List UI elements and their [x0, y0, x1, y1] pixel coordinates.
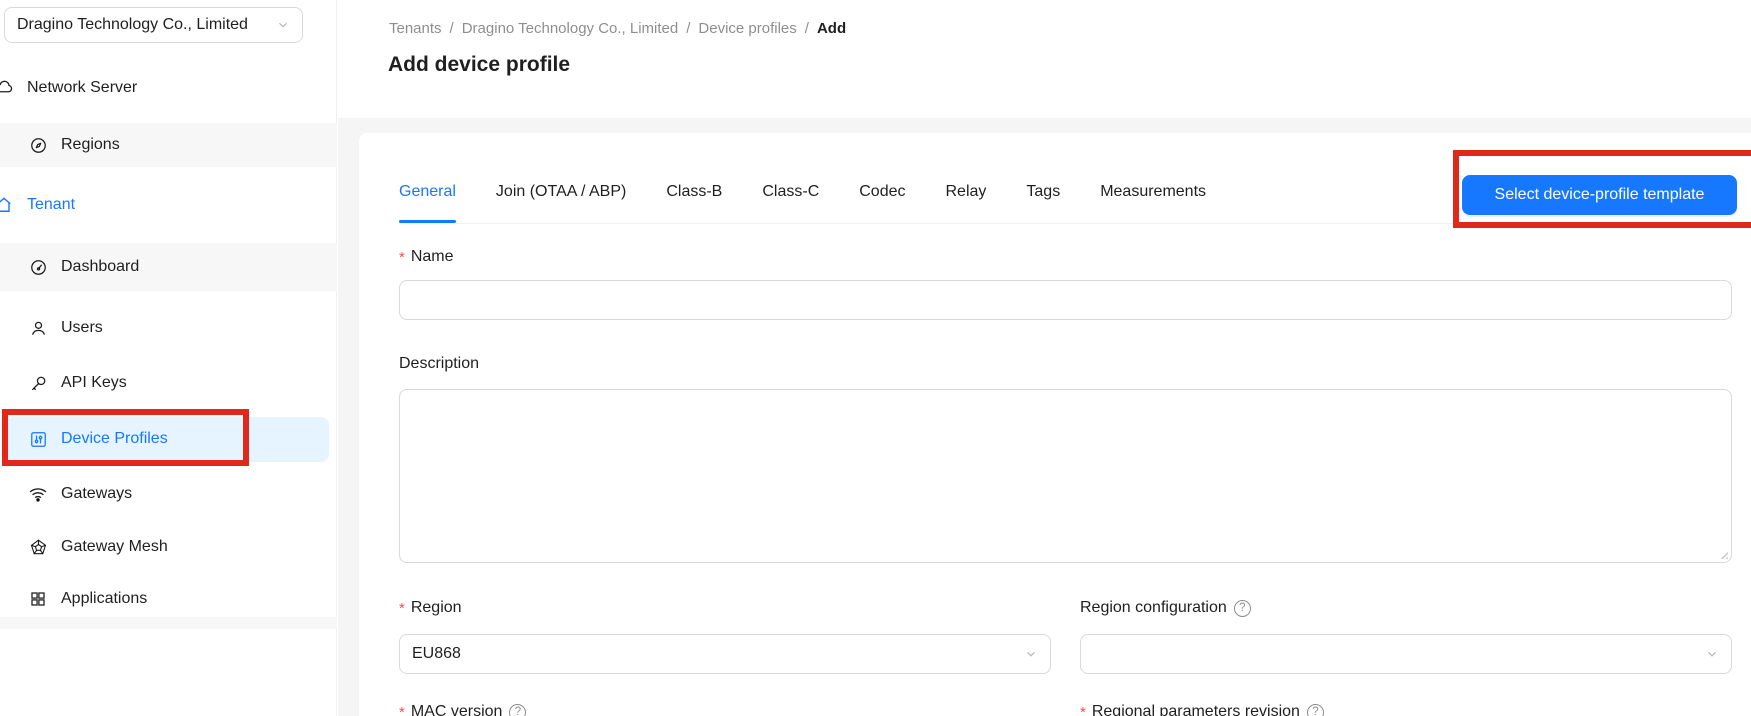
sidebar-item-users[interactable]: Users [0, 308, 336, 348]
app-window: Dragino Technology Co., Limited Network … [0, 0, 1751, 716]
region-select[interactable]: EU868 [399, 634, 1051, 674]
sidebar-item-label: Tenant [27, 196, 75, 214]
description-field-label: Description [399, 355, 479, 373]
required-marker: * [399, 704, 405, 716]
sidebar-item-label: Users [61, 319, 103, 337]
tab-measurements[interactable]: Measurements [1100, 183, 1206, 207]
region-configuration-label-text: Region configuration [1080, 599, 1227, 617]
sidebar-item-label: Gateways [61, 485, 132, 503]
sidebar-item-dashboard[interactable]: Dashboard [0, 247, 336, 287]
sidebar-item-label: API Keys [61, 374, 127, 392]
mesh-icon [28, 537, 48, 557]
chevron-down-icon [1024, 647, 1038, 661]
question-circle-icon[interactable]: ? [1307, 704, 1324, 716]
sidebar-item-tenant[interactable]: Tenant [0, 185, 336, 225]
question-circle-icon[interactable]: ? [1234, 600, 1251, 617]
chevron-down-icon [276, 18, 290, 32]
page-title: Add device profile [388, 53, 570, 77]
required-marker: * [1080, 704, 1086, 716]
sidebar-item-gateway-mesh[interactable]: Gateway Mesh [0, 527, 336, 567]
breadcrumb: Tenants / Dragino Technology Co., Limite… [389, 20, 846, 37]
required-marker: * [399, 249, 405, 266]
region-configuration-select[interactable] [1080, 634, 1732, 674]
sidebar-item-label: Network Server [27, 79, 137, 97]
tab-codec[interactable]: Codec [859, 183, 905, 207]
tab-tags[interactable]: Tags [1026, 183, 1060, 207]
description-textarea[interactable] [399, 389, 1732, 563]
key-icon [28, 373, 48, 393]
wifi-icon [28, 484, 48, 504]
breadcrumb-item-tenant-name[interactable]: Dragino Technology Co., Limited [462, 20, 679, 37]
required-marker: * [399, 600, 405, 617]
breadcrumb-item-device-profiles[interactable]: Device profiles [698, 20, 796, 37]
breadcrumb-separator: / [686, 20, 690, 37]
annotation-box-device-profiles [2, 409, 249, 466]
regional-parameters-revision-field-label: * Regional parameters revision ? [1080, 703, 1324, 716]
sidebar-item-gateways[interactable]: Gateways [0, 474, 336, 514]
name-field-label-text: Name [411, 248, 454, 266]
compass-icon [28, 135, 48, 155]
sidebar-item-regions[interactable]: Regions [0, 125, 336, 165]
sidebar-item-applications[interactable]: Applications [0, 579, 336, 619]
region-select-value: EU868 [412, 645, 1024, 663]
name-field-label: * Name [399, 248, 454, 266]
tab-class-b[interactable]: Class-B [666, 183, 722, 207]
sidebar-item-label: Gateway Mesh [61, 538, 168, 556]
home-icon [0, 195, 14, 215]
sidebar: Dragino Technology Co., Limited Network … [0, 0, 337, 716]
active-tab-indicator [399, 220, 456, 223]
tenant-selector[interactable]: Dragino Technology Co., Limited [4, 7, 303, 43]
sidebar-item-label: Dashboard [61, 258, 139, 276]
sidebar-item-network-server[interactable]: Network Server [0, 68, 336, 108]
region-configuration-field-label: Region configuration ? [1080, 599, 1251, 617]
mac-version-label-text: MAC version [411, 703, 503, 716]
region-field-label: * Region [399, 599, 462, 617]
cloud-icon [0, 78, 14, 98]
regional-parameters-revision-label-text: Regional parameters revision [1092, 703, 1300, 716]
description-field-label-text: Description [399, 355, 479, 373]
sidebar-item-label: Applications [61, 590, 147, 608]
region-field-label-text: Region [411, 599, 462, 617]
dashboard-icon [28, 257, 48, 277]
appstore-icon [28, 589, 48, 609]
sidebar-item-label: Regions [61, 136, 120, 154]
tab-join-otaa-abp[interactable]: Join (OTAA / ABP) [496, 183, 626, 207]
breadcrumb-item-tenants[interactable]: Tenants [389, 20, 442, 37]
breadcrumb-item-add: Add [817, 20, 846, 37]
breadcrumb-separator: / [450, 20, 454, 37]
tabbar: General Join (OTAA / ABP) Class-B Class-… [399, 183, 1206, 207]
name-input[interactable] [399, 280, 1732, 320]
tenant-selector-value: Dragino Technology Co., Limited [17, 16, 276, 34]
user-icon [28, 318, 48, 338]
tab-class-c[interactable]: Class-C [762, 183, 819, 207]
tab-relay[interactable]: Relay [946, 183, 987, 207]
question-circle-icon[interactable]: ? [509, 704, 526, 716]
mac-version-field-label: * MAC version ? [399, 703, 526, 716]
chevron-down-icon [1705, 647, 1719, 661]
sidebar-item-api-keys[interactable]: API Keys [0, 363, 336, 403]
tab-general[interactable]: General [399, 183, 456, 207]
breadcrumb-separator: / [805, 20, 809, 37]
annotation-box-template-button [1453, 150, 1751, 228]
